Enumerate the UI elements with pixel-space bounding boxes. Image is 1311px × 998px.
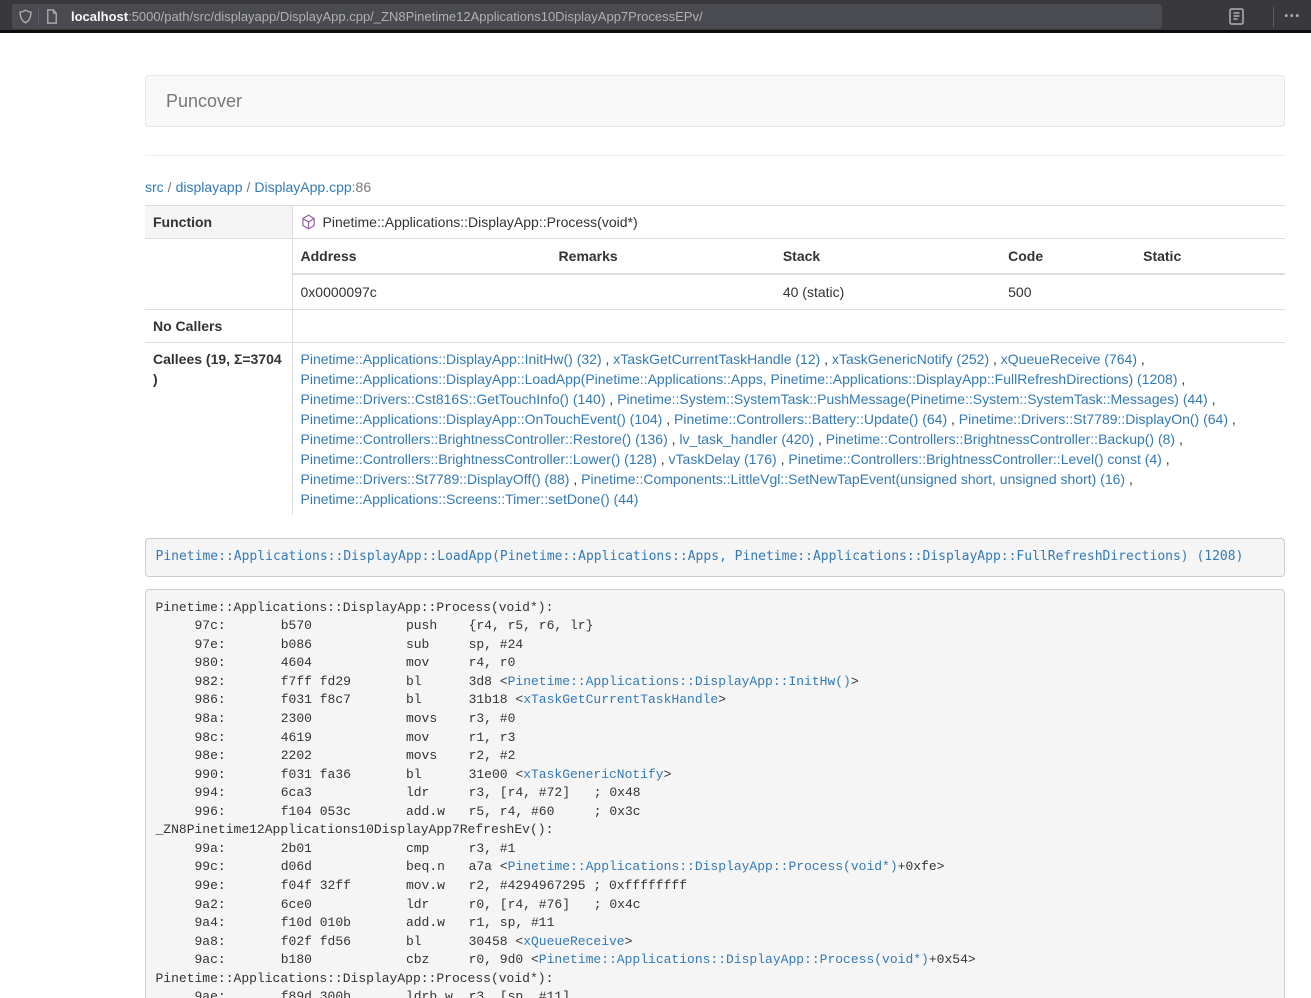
callee-link[interactable]: xTaskGetCurrentTaskHandle (12) <box>613 351 820 367</box>
callee-separator: , <box>1208 391 1216 407</box>
callee-separator: , <box>602 351 614 367</box>
no-callers-label: No Callers <box>145 310 292 343</box>
callees-row: Callees (19, Σ=3704 ) Pinetime::Applicat… <box>145 343 1285 516</box>
url-text[interactable]: localhost:5000/path/src/displayapp/Displ… <box>71 9 703 24</box>
breadcrumb-line-number: :86 <box>352 179 371 195</box>
brand-link[interactable]: Puncover <box>146 91 257 111</box>
loadapp-highlight-box: Pinetime::Applications::DisplayApp::Load… <box>145 538 1285 577</box>
cell-stack: 40 (static) <box>775 274 1000 309</box>
callees-label: Callees (19, Σ=3704 ) <box>145 343 292 516</box>
callee-separator: , <box>1137 351 1145 367</box>
callee-link[interactable]: Pinetime::Controllers::BrightnessControl… <box>826 431 1175 447</box>
loadapp-link[interactable]: Pinetime::Applications::DisplayApp::Load… <box>156 549 1244 564</box>
code-symbol-link[interactable]: xTaskGetCurrentTaskHandle <box>523 692 718 707</box>
callee-separator: , <box>777 451 789 467</box>
stats-header-row: Address Remarks Stack Code Static <box>293 239 1286 274</box>
callee-separator: , <box>820 351 832 367</box>
col-stack: Stack <box>775 239 1000 274</box>
col-code: Code <box>1000 239 1135 274</box>
disassembly-code: Pinetime::Applications::DisplayApp::Proc… <box>156 600 976 998</box>
page-info-icon[interactable] <box>39 4 65 29</box>
page-container: Puncover src/displayapp/DisplayApp.cpp:8… <box>145 75 1285 998</box>
toolbar-right-controls: ••• <box>1223 0 1311 33</box>
callee-link[interactable]: Pinetime::Controllers::BrightnessControl… <box>301 431 668 447</box>
callee-link[interactable]: lv_task_handler (420) <box>679 431 814 447</box>
callee-link[interactable]: Pinetime::Applications::Screens::Timer::… <box>301 491 639 507</box>
function-label: Function <box>145 206 292 239</box>
callee-link[interactable]: vTaskDelay (176) <box>669 451 777 467</box>
callee-separator: , <box>947 411 959 427</box>
callee-link[interactable]: Pinetime::Applications::DisplayApp::OnTo… <box>301 411 663 427</box>
callee-link[interactable]: xQueueReceive (764) <box>1001 351 1137 367</box>
url-path: :5000/path/src/displayapp/DisplayApp.cpp… <box>128 9 703 24</box>
reader-mode-icon[interactable] <box>1223 4 1249 29</box>
callee-separator: , <box>569 471 581 487</box>
callee-separator: , <box>657 451 669 467</box>
function-detail-row: Address Remarks Stack Code Static 0x0000… <box>145 239 1285 310</box>
site-navbar: Puncover <box>145 75 1285 127</box>
col-remarks: Remarks <box>551 239 775 274</box>
callee-link[interactable]: Pinetime::Applications::DisplayApp::Load… <box>301 371 1178 387</box>
callee-separator: , <box>662 411 674 427</box>
callee-separator: , <box>1162 451 1170 467</box>
breadcrumb-separator: / <box>243 179 255 195</box>
col-address: Address <box>293 239 551 274</box>
shield-icon[interactable] <box>12 4 38 29</box>
callees-list: Pinetime::Applications::DisplayApp::Init… <box>292 343 1285 516</box>
no-callers-row: No Callers <box>145 310 1285 343</box>
divider-rule <box>145 155 1285 156</box>
callee-link[interactable]: Pinetime::Controllers::BrightnessControl… <box>301 451 657 467</box>
callee-separator: , <box>668 431 680 447</box>
cell-remarks <box>551 274 775 309</box>
browser-toolbar: localhost:5000/path/src/displayapp/Displ… <box>0 0 1311 33</box>
url-bar[interactable]: localhost:5000/path/src/displayapp/Displ… <box>12 4 1162 29</box>
code-symbol-link[interactable]: Pinetime::Applications::DisplayApp::Proc… <box>539 952 929 967</box>
callee-separator: , <box>1177 371 1185 387</box>
callee-link[interactable]: Pinetime::Controllers::Battery::Update()… <box>674 411 947 427</box>
callee-separator: , <box>606 391 618 407</box>
callee-separator: , <box>1228 411 1236 427</box>
cell-address: 0x0000097c <box>293 274 551 309</box>
callee-link[interactable]: Pinetime::Controllers::BrightnessControl… <box>788 451 1161 467</box>
breadcrumb-link-displayapp[interactable]: displayapp <box>176 179 243 195</box>
code-symbol-link[interactable]: xQueueReceive <box>523 934 624 949</box>
callee-link[interactable]: Pinetime::Drivers::Cst816S::GetTouchInfo… <box>301 391 606 407</box>
col-static: Static <box>1135 239 1285 274</box>
callee-link[interactable]: xTaskGenericNotify (252) <box>832 351 989 367</box>
symbol-cube-icon <box>301 214 316 230</box>
callee-separator: , <box>989 351 1001 367</box>
callee-link[interactable]: Pinetime::Drivers::St7789::DisplayOff() … <box>301 471 570 487</box>
breadcrumb: src/displayapp/DisplayApp.cpp:86 <box>145 177 1285 197</box>
code-symbol-link[interactable]: Pinetime::Applications::DisplayApp::Proc… <box>508 859 898 874</box>
url-host: localhost <box>71 9 128 24</box>
callee-separator: , <box>814 431 826 447</box>
function-table: Function Pinetime::Applications::Display… <box>145 205 1285 515</box>
function-stats-table: Address Remarks Stack Code Static 0x0000… <box>293 239 1286 309</box>
cell-code: 500 <box>1000 274 1135 309</box>
callee-link[interactable]: Pinetime::System::SystemTask::PushMessag… <box>617 391 1208 407</box>
toolbar-divider <box>1273 7 1274 27</box>
callee-link[interactable]: Pinetime::Components::LittleVgl::SetNewT… <box>581 471 1125 487</box>
code-symbol-link[interactable]: Pinetime::Applications::DisplayApp::Init… <box>508 674 851 689</box>
function-row: Function Pinetime::Applications::Display… <box>145 206 1285 239</box>
disassembly-box: Pinetime::Applications::DisplayApp::Proc… <box>145 589 1285 998</box>
cell-static <box>1135 274 1285 309</box>
more-menu-icon[interactable]: ••• <box>1282 11 1311 22</box>
callee-separator: , <box>1175 431 1183 447</box>
callee-link[interactable]: Pinetime::Drivers::St7789::DisplayOn() (… <box>959 411 1228 427</box>
callee-separator: , <box>1125 471 1133 487</box>
breadcrumb-link-file[interactable]: DisplayApp.cpp <box>254 179 351 195</box>
breadcrumb-link-src[interactable]: src <box>145 179 164 195</box>
breadcrumb-separator: / <box>164 179 176 195</box>
code-symbol-link[interactable]: xTaskGenericNotify <box>523 767 663 782</box>
function-name: Pinetime::Applications::DisplayApp::Proc… <box>323 212 638 232</box>
callee-link[interactable]: Pinetime::Applications::DisplayApp::Init… <box>301 351 602 367</box>
stats-value-row: 0x0000097c 40 (static) 500 <box>293 274 1286 309</box>
